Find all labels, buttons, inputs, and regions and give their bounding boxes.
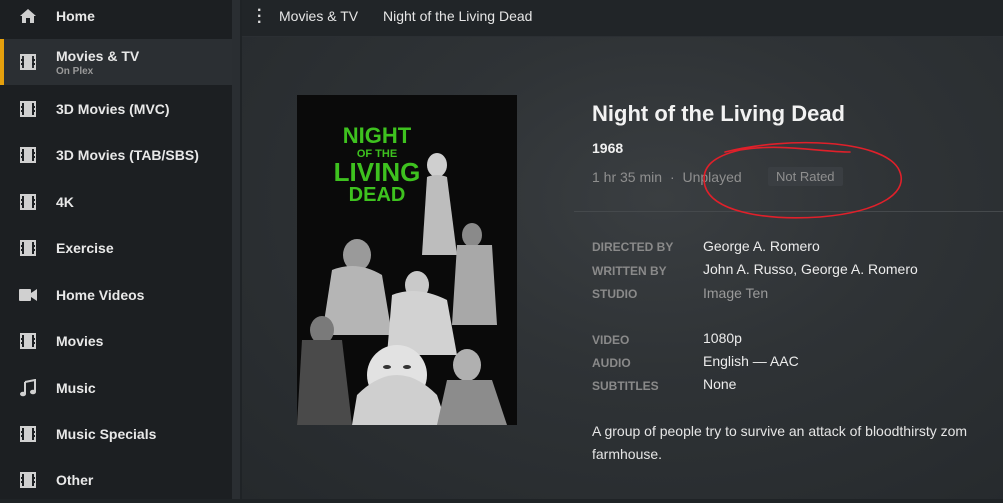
video-camera-icon bbox=[18, 285, 38, 305]
content-rating-badge: Not Rated bbox=[768, 167, 843, 186]
sidebar-item-music-specials[interactable]: Music Specials bbox=[0, 411, 232, 457]
movie-poster[interactable]: NIGHT OF THE LIVING DEAD bbox=[297, 95, 517, 425]
breadcrumb-library[interactable]: Movies & TV bbox=[279, 8, 358, 24]
sidebar-item-home[interactable]: Home bbox=[0, 0, 232, 39]
sidebar-item-label: Home bbox=[56, 8, 95, 24]
media-value-video: 1080p bbox=[703, 330, 742, 346]
film-icon bbox=[18, 145, 38, 165]
credit-label-studio: STUDIO bbox=[592, 287, 638, 301]
film-icon bbox=[18, 424, 38, 444]
summary-line-2: farmhouse. bbox=[592, 446, 663, 462]
film-icon bbox=[18, 470, 38, 490]
sidebar-item-music[interactable]: Music bbox=[0, 365, 232, 411]
sidebar-item-exercise[interactable]: Exercise bbox=[0, 225, 232, 271]
sidebar-item-movies[interactable]: Movies bbox=[0, 318, 232, 364]
sidebar-item-4k[interactable]: 4K bbox=[0, 179, 232, 225]
sidebar-item-3d-movies-mvc[interactable]: 3D Movies (MVC) bbox=[0, 86, 232, 132]
sidebar-item-label: 3D Movies (TAB/SBS) bbox=[56, 147, 199, 163]
poster-artwork: NIGHT OF THE LIVING DEAD bbox=[297, 95, 517, 425]
divider bbox=[574, 211, 1003, 212]
movie-duration: 1 hr 35 min bbox=[592, 169, 663, 185]
media-label-subtitles: SUBTITLES bbox=[592, 379, 659, 393]
sidebar-item-sublabel: On Plex bbox=[56, 65, 94, 77]
credit-label-directed: DIRECTED BY bbox=[592, 240, 674, 254]
sidebar-item-label: 3D Movies (MVC) bbox=[56, 101, 170, 117]
summary-line-1: A group of people try to survive an atta… bbox=[592, 423, 968, 439]
home-icon bbox=[18, 6, 38, 26]
sidebar-item-label: Movies & TV bbox=[56, 47, 140, 64]
poster-title-line3: LIVING bbox=[334, 157, 421, 187]
credit-value-studio[interactable]: Image Ten bbox=[703, 285, 768, 301]
sidebar-item-3d-movies-tab-sbs[interactable]: 3D Movies (TAB/SBS) bbox=[0, 132, 232, 178]
media-label-audio: AUDIO bbox=[592, 356, 631, 370]
sidebar-item-label: Exercise bbox=[56, 240, 114, 256]
sidebar-item-label: Other bbox=[56, 472, 94, 488]
film-icon bbox=[18, 99, 38, 119]
sidebar-item-label: Music Specials bbox=[56, 426, 157, 442]
meta-separator: · bbox=[669, 169, 675, 185]
sidebar-item-label: Home Videos bbox=[56, 287, 145, 303]
credit-value-directed[interactable]: George A. Romero bbox=[703, 238, 820, 254]
poster-title-line4: DEAD bbox=[349, 184, 406, 206]
movie-year: 1968 bbox=[592, 140, 624, 156]
media-value-subtitles[interactable]: None bbox=[703, 376, 736, 392]
credit-value-written[interactable]: John A. Russo, George A. Romero bbox=[703, 261, 918, 277]
sidebar-item-label: Movies bbox=[56, 333, 104, 349]
film-icon bbox=[18, 238, 38, 258]
sidebar-item-label: 4K bbox=[56, 194, 74, 210]
breadcrumb-title: Night of the Living Dead bbox=[383, 8, 533, 24]
film-icon bbox=[18, 52, 38, 72]
more-options-icon[interactable]: · · · bbox=[257, 3, 262, 31]
poster-title-line1: NIGHT bbox=[343, 123, 412, 148]
music-note-icon bbox=[18, 378, 38, 398]
media-label-video: VIDEO bbox=[592, 333, 630, 347]
sidebar-item-other[interactable]: Other bbox=[0, 457, 232, 503]
movie-status: Unplayed bbox=[682, 169, 742, 185]
credit-label-written: WRITTEN BY bbox=[592, 264, 667, 278]
film-icon bbox=[18, 331, 38, 351]
sidebar-item-home-videos[interactable]: Home Videos bbox=[0, 272, 232, 318]
sidebar-scrollbar[interactable] bbox=[232, 0, 240, 499]
movie-title: Night of the Living Dead bbox=[592, 101, 845, 126]
movie-meta: 1 hr 35 min · Unplayed bbox=[592, 169, 742, 185]
film-icon bbox=[18, 192, 38, 212]
sidebar-item-label: Music bbox=[56, 380, 96, 396]
sidebar-item-movies-tv[interactable]: Movies & TV On Plex bbox=[0, 39, 232, 85]
movie-summary: A group of people try to survive an atta… bbox=[592, 420, 1003, 466]
media-value-audio[interactable]: English — AAC bbox=[703, 353, 799, 369]
